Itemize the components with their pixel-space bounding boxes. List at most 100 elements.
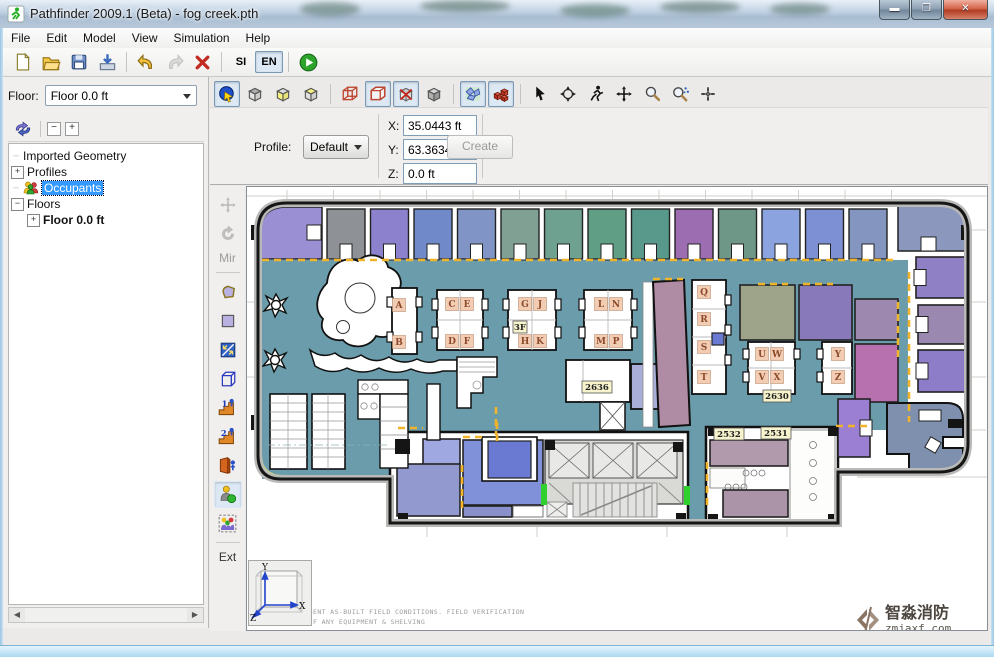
refresh-view-icon[interactable] xyxy=(14,120,32,138)
import-button[interactable] xyxy=(94,49,120,75)
volume-tool-button[interactable] xyxy=(214,365,242,392)
select-navigate-icon xyxy=(218,85,236,103)
floor-plan[interactable]: ABCEDFGJHKLNMPQRSTUWVXYZ3F26362630253225… xyxy=(247,187,988,631)
main-toolbar: SI EN xyxy=(3,48,991,77)
mirror-tool-button[interactable]: Mir xyxy=(219,251,236,265)
save-icon xyxy=(70,53,88,71)
menu-help[interactable]: Help xyxy=(238,29,279,47)
edge-tool-button[interactable] xyxy=(214,336,242,363)
tree-item-imported-geometry[interactable]: ┄Imported Geometry xyxy=(9,148,203,164)
cube-top-icon xyxy=(302,85,320,103)
pan-tool-button[interactable] xyxy=(611,81,637,107)
edge-tool-icon xyxy=(219,341,237,359)
menu-bar: File Edit Model View Simulation Help xyxy=(3,28,991,49)
window-border-bottom xyxy=(0,645,994,657)
title-bar[interactable]: Pathfinder 2009.1 (Beta) - fog creek.pth… xyxy=(0,0,994,29)
pan-icon xyxy=(615,85,633,103)
svg-text:J: J xyxy=(537,300,542,310)
svg-text:X: X xyxy=(774,373,781,383)
rectangle-tool-button[interactable] xyxy=(214,307,242,334)
redo-button[interactable] xyxy=(161,49,187,75)
zoom-select-tool-button[interactable] xyxy=(667,81,693,107)
walk-tool-button[interactable] xyxy=(583,81,609,107)
window-title: Pathfinder 2009.1 (Beta) - fog creek.pth xyxy=(30,6,258,21)
rotate-tool-button[interactable] xyxy=(214,220,242,247)
scroll-left-icon[interactable]: ◀ xyxy=(9,608,25,622)
watermark-url: zmjaxf.com xyxy=(885,622,951,631)
axis-y-label: Y xyxy=(261,563,269,573)
cursor-tool-button[interactable] xyxy=(527,81,553,107)
menu-view[interactable]: View xyxy=(124,29,166,47)
extrude-tool-button[interactable]: Ext xyxy=(219,550,236,564)
creation-properties-panel: Profile: Default X: Y: Z: Create xyxy=(210,107,988,185)
tree-horizontal-scrollbar[interactable]: ◀ ▶ xyxy=(8,607,204,623)
rotate-tool-icon xyxy=(219,225,237,243)
blocks-view-button[interactable] xyxy=(488,81,514,107)
tree-item-floor0[interactable]: +Floor 0.0 ft xyxy=(9,212,203,228)
hidden-line-view-button[interactable] xyxy=(393,81,419,107)
menu-simulation[interactable]: Simulation xyxy=(166,29,238,47)
wireframe-view-button[interactable] xyxy=(337,81,363,107)
si-units-button[interactable]: SI xyxy=(227,51,255,73)
maximize-button[interactable]: ❐ xyxy=(911,0,942,20)
orbit-icon xyxy=(559,85,577,103)
open-button[interactable] xyxy=(38,49,64,75)
solid-view-button[interactable] xyxy=(421,81,447,107)
terrain-view-button[interactable] xyxy=(460,81,486,107)
select-navigate-button[interactable] xyxy=(214,81,240,107)
minimize-button[interactable]: ▬ xyxy=(879,0,910,20)
axis-z-label: Z xyxy=(250,614,256,623)
delete-button[interactable] xyxy=(189,49,215,75)
run-simulation-button[interactable] xyxy=(295,49,321,75)
stair-one-tool-button[interactable]: 1 xyxy=(214,394,242,421)
occupant-group-tool-button[interactable] xyxy=(214,510,242,537)
save-button[interactable] xyxy=(66,49,92,75)
x-input[interactable] xyxy=(403,115,477,136)
svg-text:P: P xyxy=(613,337,620,347)
tree-item-profiles[interactable]: +Profiles xyxy=(9,164,203,180)
chevron-down-icon xyxy=(354,145,362,150)
svg-text:2531: 2531 xyxy=(764,429,788,439)
tree-item-floors[interactable]: −Floors xyxy=(9,196,203,212)
cube-front-button[interactable] xyxy=(270,81,296,107)
tree-item-occupants[interactable]: ┄ Occupants xyxy=(9,180,203,196)
en-units-button[interactable]: EN xyxy=(255,51,283,73)
z-input[interactable] xyxy=(403,163,477,184)
stair-two-tool-icon: 2 xyxy=(218,427,237,446)
zoom-tool-button[interactable] xyxy=(639,81,665,107)
zoom-fit-tool-button[interactable] xyxy=(695,81,721,107)
svg-text:W: W xyxy=(771,350,783,360)
volume-tool-icon xyxy=(219,370,237,388)
svg-text:A: A xyxy=(395,301,404,311)
menu-edit[interactable]: Edit xyxy=(38,29,75,47)
zoom-select-icon xyxy=(671,85,689,103)
outline-view-button[interactable] xyxy=(365,81,391,107)
menu-file[interactable]: File xyxy=(3,29,38,47)
svg-text:F: F xyxy=(464,337,471,347)
model-canvas[interactable]: ABCEDFGJHKLNMPQRSTUWVXYZ3F26362630253225… xyxy=(246,186,988,631)
close-button[interactable]: ✕ xyxy=(943,0,988,20)
occupant-tool-button[interactable] xyxy=(214,481,242,508)
stair-two-tool-button[interactable]: 2 xyxy=(214,423,242,450)
undo-button[interactable] xyxy=(133,49,159,75)
scroll-right-icon[interactable]: ▶ xyxy=(187,608,203,622)
collapse-all-button[interactable]: − xyxy=(47,122,61,136)
floor-dropdown[interactable]: Floor 0.0 ft xyxy=(45,85,197,106)
outline-view-icon xyxy=(369,85,387,103)
create-button[interactable]: Create xyxy=(447,135,513,159)
svg-text:3F: 3F xyxy=(514,323,526,333)
navigation-panel: Floor: Floor 0.0 ft − + ┄Imported Geomet… xyxy=(3,77,209,628)
orbit-tool-button[interactable] xyxy=(555,81,581,107)
new-button[interactable] xyxy=(10,49,36,75)
door-tool-button[interactable] xyxy=(214,452,242,479)
axis-x-label: X xyxy=(299,602,306,612)
menu-model[interactable]: Model xyxy=(75,29,124,47)
svg-text:G: G xyxy=(521,300,529,310)
polygon-tool-button[interactable] xyxy=(214,278,242,305)
move-tool-button[interactable] xyxy=(214,191,242,218)
profile-dropdown[interactable]: Default xyxy=(303,135,369,159)
cube-top-button[interactable] xyxy=(298,81,324,107)
expand-all-button[interactable]: + xyxy=(65,122,79,136)
blocks-view-icon xyxy=(492,85,510,103)
cube-shaded-button[interactable] xyxy=(242,81,268,107)
